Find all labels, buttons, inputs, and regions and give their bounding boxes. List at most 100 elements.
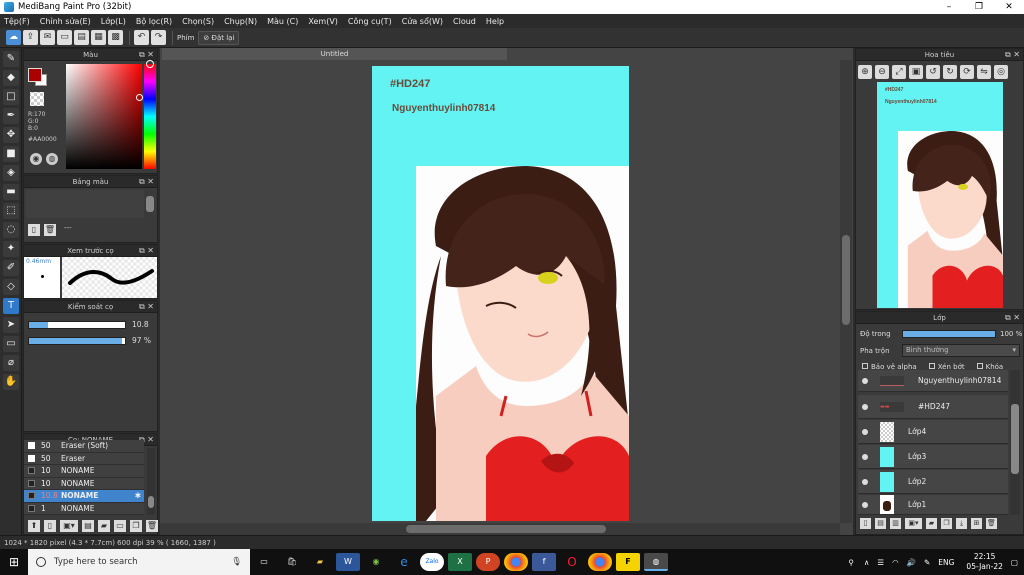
operation-tool-icon[interactable]: ➤ [3, 317, 19, 333]
canvas-vertical-scrollbar[interactable] [840, 60, 852, 523]
menu-help[interactable]: Help [486, 17, 504, 26]
grid-icon[interactable]: ▩ [108, 30, 123, 45]
brush-opacity-slider[interactable] [28, 337, 126, 345]
pen-icon[interactable]: ✎ [924, 558, 930, 567]
panel-close-icon[interactable]: ⧉ ✕ [1005, 49, 1020, 61]
eye-icon[interactable] [862, 501, 868, 508]
app-icon[interactable]: ◉ [364, 553, 388, 571]
brush-item[interactable]: 50 Eraser [24, 452, 144, 465]
saturation-value-picker[interactable] [66, 64, 142, 169]
keyboard-language[interactable]: ENG [938, 558, 954, 567]
divide-tool-icon[interactable]: ▭ [3, 336, 19, 352]
horizontal-scroll-thumb[interactable] [406, 525, 606, 533]
task-view-icon[interactable]: ▭ [252, 553, 276, 571]
flip-icon[interactable]: ⇋ [977, 65, 991, 79]
panel-close-icon[interactable]: ⧉ ✕ [1005, 312, 1020, 324]
menu-filter[interactable]: Bộ lọc(R) [136, 17, 172, 26]
tray-chevron-icon[interactable]: ∧ [864, 558, 870, 567]
chrome-profile-icon[interactable] [588, 553, 612, 571]
redo-icon[interactable]: ↷ [151, 30, 166, 45]
brush-copy-icon[interactable]: ❐ [130, 520, 142, 532]
zoom-out-icon[interactable]: ⊖ [875, 65, 889, 79]
eye-icon[interactable] [862, 377, 868, 384]
brush-list-scrollbar[interactable] [147, 448, 155, 515]
people-icon[interactable]: ⚲ [848, 558, 854, 567]
facebook-icon[interactable]: f [532, 553, 556, 571]
brush-size-slider[interactable] [28, 321, 126, 329]
transparent-swatch[interactable] [30, 92, 44, 106]
bucket-tool-icon[interactable]: ◈ [3, 165, 19, 181]
delete-layer-icon[interactable]: 🗑 [986, 518, 997, 529]
brush-item[interactable]: 1 NONAME [24, 502, 144, 515]
rectangle-tool-icon[interactable]: □ [3, 89, 19, 105]
brush-item-selected[interactable]: 10.8 NONAME ✱ [24, 490, 144, 503]
notifications-icon[interactable]: ▢ [1011, 558, 1018, 567]
gradient-tool-icon[interactable]: ▬ [3, 184, 19, 200]
chat-icon[interactable]: ▭ [57, 30, 72, 45]
zalo-icon[interactable]: Zalo [420, 553, 444, 571]
brush-type-icon[interactable]: ▣▾ [60, 520, 78, 532]
comment-icon[interactable]: ✉ [40, 30, 55, 45]
new-layer-icon[interactable]: ▯ [860, 518, 871, 529]
brush-settings-icon[interactable]: ✱ [135, 491, 141, 500]
new-1bit-layer-icon[interactable]: ▥ [890, 518, 901, 529]
menu-tools[interactable]: Công cụ(T) [348, 17, 392, 26]
reset-button[interactable]: ⊘ Đặt lại [198, 30, 240, 45]
panel-close-icon[interactable]: ⧉ ✕ [139, 245, 154, 257]
duplicate-layer-icon[interactable]: ❐ [941, 518, 952, 529]
clock[interactable]: 22:15 05-Jan-22 [966, 552, 1002, 572]
layer-row[interactable]: Lớp3 [858, 445, 1008, 469]
menu-window[interactable]: Cửa sổ(W) [402, 17, 443, 26]
delete-palette-icon[interactable]: 🗑 [44, 224, 56, 236]
move-tool-icon[interactable]: ✥ [3, 127, 19, 143]
layer-row[interactable]: Lớp2 [858, 470, 1008, 494]
word-icon[interactable]: W [336, 553, 360, 571]
hue-slider[interactable] [144, 64, 156, 169]
eyedropper-icon[interactable]: ⌀ [3, 355, 19, 371]
maximize-button[interactable]: ❐ [964, 0, 994, 14]
store-icon[interactable]: 🛍 [280, 553, 304, 571]
menu-select[interactable]: Chọn(S) [182, 17, 214, 26]
file-explorer-icon[interactable]: ▰ [308, 553, 332, 571]
select-tool-icon[interactable]: ⬚ [3, 203, 19, 219]
powerpoint-icon[interactable]: P [476, 553, 500, 571]
layer-row[interactable]: Lớp1 [858, 495, 1008, 515]
brush-page-icon[interactable]: ▤ [82, 520, 94, 532]
cloud-icon[interactable]: ☁ [6, 30, 21, 45]
layer-folder-icon[interactable]: ▰ [926, 518, 937, 529]
reset-view-icon[interactable]: ◎ [994, 65, 1008, 79]
undo-icon[interactable]: ↶ [134, 30, 149, 45]
color-settings-icon[interactable]: ◍ [46, 153, 58, 165]
panel-close-icon[interactable]: ⧉ ✕ [139, 49, 154, 61]
text-tool-icon[interactable]: T [3, 298, 19, 314]
hand-tool-icon[interactable]: ✋ [3, 374, 19, 390]
eraser-tool-icon[interactable]: ◆ [3, 70, 19, 86]
panel-close-icon[interactable]: ⧉ ✕ [139, 176, 154, 188]
close-button[interactable]: ✕ [994, 0, 1024, 14]
magic-wand-icon[interactable]: ✦ [3, 241, 19, 257]
foreground-color-swatch[interactable] [28, 68, 42, 82]
page-icon[interactable]: ▤ [74, 30, 89, 45]
eye-icon[interactable] [862, 403, 868, 410]
layer-row[interactable]: ▬▬ #HD247 [858, 395, 1008, 419]
document-icon[interactable]: ▦ [91, 30, 106, 45]
menu-file[interactable]: Tệp(F) [4, 17, 30, 26]
menu-edit[interactable]: Chỉnh sửa(E) [40, 17, 91, 26]
upload-brush-icon[interactable]: ⬆ [28, 520, 40, 532]
canvas-horizontal-scrollbar[interactable] [160, 523, 840, 535]
new-brush-icon[interactable]: ▯ [44, 520, 56, 532]
actual-size-icon[interactable]: ▣ [909, 65, 923, 79]
palette-swatch-area[interactable] [26, 190, 144, 218]
taskbar-search[interactable]: Type here to search 🎙 [28, 549, 250, 575]
fit-icon[interactable]: ⤢ [892, 65, 906, 79]
volume-icon[interactable]: 🔊 [907, 558, 916, 567]
layer-type-icon[interactable]: ▣▾ [905, 518, 922, 529]
brush-doc-icon[interactable]: ▭ [114, 520, 126, 532]
lasso-tool-icon[interactable]: ◌ [3, 222, 19, 238]
vertical-scroll-thumb[interactable] [842, 235, 850, 325]
fill-rect-tool-icon[interactable]: ■ [3, 146, 19, 162]
eye-icon[interactable] [862, 453, 868, 460]
color-wheel-icon[interactable]: ◉ [30, 153, 42, 165]
select-pen-icon[interactable]: ✐ [3, 260, 19, 276]
eye-icon[interactable] [862, 428, 868, 435]
